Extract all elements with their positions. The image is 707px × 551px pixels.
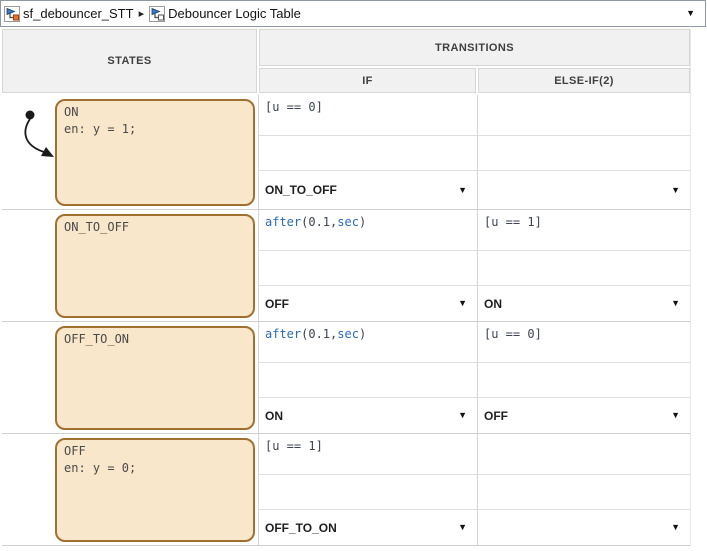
default-transition-arrow-icon (8, 107, 60, 165)
condition-cell[interactable] (478, 434, 690, 475)
state-action: en: y = 1; (64, 121, 246, 138)
state-title: ON_TO_OFF (64, 219, 246, 236)
action-cell[interactable] (259, 363, 477, 398)
condition-cell[interactable]: [u == 0] (478, 322, 690, 363)
state-box[interactable]: ON_TO_OFF (55, 214, 255, 318)
states-cell: OFF en: y = 0; (2, 434, 258, 545)
chevron-down-icon: ▼ (671, 411, 680, 420)
destination-label: ON_TO_OFF (265, 183, 337, 197)
condition-cell[interactable]: [u == 1] (259, 434, 477, 475)
if-cell: after(0.1,sec) OFF ▼ (258, 210, 477, 321)
condition-cell[interactable]: after(0.1,sec) (259, 322, 477, 363)
table-row: OFF en: y = 0; [u == 1] OFF_TO_ON ▼ ▼ (2, 434, 690, 546)
states-cell: ON en: y = 1; (2, 95, 258, 209)
table-row: ON_TO_OFF after(0.1,sec) OFF ▼ [u == 1] … (2, 210, 690, 322)
states-cell: OFF_TO_ON (2, 322, 258, 433)
chevron-down-icon: ▼ (671, 523, 680, 532)
elseif-cell: [u == 0] OFF ▼ (477, 322, 690, 433)
destination-dropdown[interactable]: OFF ▼ (478, 398, 690, 433)
elseif-cell: [u == 1] ON ▼ (477, 210, 690, 321)
destination-dropdown[interactable]: OFF ▼ (259, 286, 477, 321)
destination-dropdown[interactable]: ON_TO_OFF ▼ (259, 171, 477, 209)
if-cell: [u == 1] OFF_TO_ON ▼ (258, 434, 477, 545)
if-cell: [u == 0] ON_TO_OFF ▼ (258, 95, 477, 209)
table-body: ON en: y = 1; [u == 0] ON_TO_OFF ▼ ▼ (2, 95, 690, 546)
header-transitions: TRANSITIONS (259, 29, 690, 66)
state-transition-table: STATES TRANSITIONS IF ELSE-IF(2) ON en: … (2, 29, 690, 546)
destination-dropdown[interactable]: ▼ (478, 510, 690, 545)
action-cell[interactable] (478, 475, 690, 510)
header-states: STATES (2, 29, 257, 93)
breadcrumb-item-current[interactable]: Debouncer Logic Table (168, 6, 301, 21)
breadcrumb[interactable]: sf_debouncer_STT ▸ Debouncer Logic Table… (0, 0, 706, 27)
state-title: OFF_TO_ON (64, 331, 246, 348)
destination-label: OFF_TO_ON (265, 521, 337, 535)
state-title: ON (64, 104, 246, 121)
chevron-down-icon: ▼ (671, 186, 680, 195)
condition-cell[interactable] (478, 95, 690, 136)
action-cell[interactable] (478, 136, 690, 171)
table-row: ON en: y = 1; [u == 0] ON_TO_OFF ▼ ▼ (2, 95, 690, 210)
state-action: en: y = 0; (64, 460, 246, 477)
breadcrumb-separator-icon: ▸ (139, 7, 145, 20)
elseif-cell: ▼ (477, 95, 690, 209)
destination-label: OFF (484, 409, 508, 423)
destination-label: OFF (265, 297, 289, 311)
state-transition-table-icon (149, 6, 165, 22)
header-if: IF (259, 68, 476, 93)
state-box[interactable]: OFF_TO_ON (55, 326, 255, 430)
chevron-down-icon: ▼ (458, 411, 467, 420)
chevron-down-icon: ▼ (458, 523, 467, 532)
chevron-down-icon: ▼ (458, 186, 467, 195)
destination-label: ON (484, 297, 502, 311)
destination-dropdown[interactable]: ON ▼ (478, 286, 690, 321)
state-box[interactable]: OFF en: y = 0; (55, 438, 255, 542)
action-cell[interactable] (478, 363, 690, 398)
stateflow-chart-icon (4, 6, 20, 22)
action-cell[interactable] (259, 251, 477, 286)
condition-cell[interactable]: after(0.1,sec) (259, 210, 477, 251)
table-right-border (690, 29, 691, 546)
header-elseif: ELSE-IF(2) (478, 68, 690, 93)
action-cell[interactable] (259, 136, 477, 171)
destination-dropdown[interactable]: OFF_TO_ON ▼ (259, 510, 477, 545)
table-row: OFF_TO_ON after(0.1,sec) ON ▼ [u == 0] O… (2, 322, 690, 434)
if-cell: after(0.1,sec) ON ▼ (258, 322, 477, 433)
elseif-cell: ▼ (477, 434, 690, 545)
chevron-down-icon: ▼ (458, 299, 467, 308)
condition-cell[interactable]: [u == 1] (478, 210, 690, 251)
destination-dropdown[interactable]: ON ▼ (259, 398, 477, 433)
state-box[interactable]: ON en: y = 1; (55, 99, 255, 206)
chevron-down-icon: ▼ (671, 299, 680, 308)
action-cell[interactable] (259, 475, 477, 510)
breadcrumb-item-root[interactable]: sf_debouncer_STT (23, 6, 134, 21)
states-cell: ON_TO_OFF (2, 210, 258, 321)
destination-dropdown[interactable]: ▼ (478, 171, 690, 209)
state-title: OFF (64, 443, 246, 460)
breadcrumb-dropdown-icon[interactable]: ▼ (684, 5, 697, 22)
condition-cell[interactable]: [u == 0] (259, 95, 477, 136)
action-cell[interactable] (478, 251, 690, 286)
destination-label: ON (265, 409, 283, 423)
